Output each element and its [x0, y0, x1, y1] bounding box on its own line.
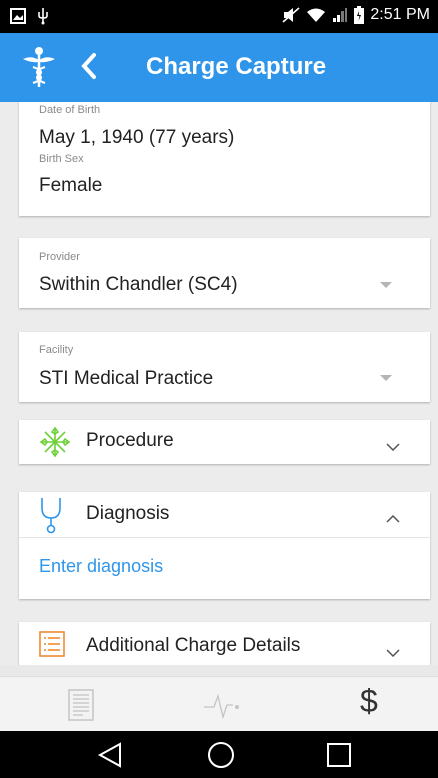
stethoscope-icon: [39, 496, 67, 539]
dob-value: May 1, 1940 (77 years): [39, 127, 235, 148]
facility-value: STI Medical Practice: [39, 368, 214, 389]
battery-icon: [354, 6, 365, 24]
status-time: 2:51 PM: [370, 6, 430, 23]
sex-label: Birth Sex: [39, 153, 84, 165]
additional-details-label: Additional Charge Details: [86, 635, 301, 656]
chevron-down-icon: [386, 438, 400, 456]
diagnosis-label: Diagnosis: [86, 503, 170, 524]
dollar-icon[interactable]: $: [360, 683, 378, 720]
dob-label: Date of Birth: [39, 104, 101, 116]
gallery-icon: [10, 8, 26, 24]
patient-info-card: Date of Birth May 1, 1940 (77 years) Bir…: [19, 102, 430, 216]
chevron-up-icon: [386, 510, 400, 528]
recents-square-icon[interactable]: [326, 742, 352, 773]
dropdown-caret-icon: [380, 375, 392, 381]
bottom-nav: $: [0, 676, 438, 731]
wifi-icon: [306, 7, 326, 23]
usb-icon: [36, 7, 50, 25]
dropdown-caret-icon: [380, 282, 392, 288]
facility-label: Facility: [39, 344, 74, 356]
vitals-icon[interactable]: [203, 693, 243, 724]
chevron-left-icon: [81, 52, 97, 85]
procedure-star-icon: [39, 426, 71, 463]
enter-diagnosis-link[interactable]: Enter diagnosis: [39, 556, 163, 577]
home-circle-icon[interactable]: [207, 741, 235, 774]
back-button[interactable]: [72, 49, 106, 87]
charge-form-scroll[interactable]: Date of Birth May 1, 1940 (77 years) Bir…: [0, 102, 438, 665]
additional-charge-details-section[interactable]: Additional Charge Details: [19, 622, 430, 665]
procedure-section[interactable]: Procedure: [19, 420, 430, 464]
caduceus-icon: [22, 45, 56, 94]
app-bar: Charge Capture: [0, 33, 438, 102]
sex-value: Female: [39, 175, 103, 196]
provider-value: Swithin Chandler (SC4): [39, 274, 238, 295]
diagnosis-header[interactable]: Diagnosis: [19, 492, 430, 538]
procedure-label: Procedure: [86, 430, 174, 451]
document-icon[interactable]: [68, 689, 94, 726]
facility-select[interactable]: Facility STI Medical Practice: [19, 332, 430, 402]
divider: [19, 537, 430, 538]
mute-icon: [282, 7, 300, 23]
chevron-down-icon: [386, 644, 400, 662]
provider-select[interactable]: Provider Swithin Chandler (SC4): [19, 238, 430, 308]
signal-icon: [332, 7, 348, 23]
list-icon: [39, 631, 65, 662]
provider-label: Provider: [39, 251, 80, 263]
page-title: Charge Capture: [146, 53, 327, 80]
back-triangle-icon[interactable]: [97, 742, 123, 773]
system-nav-bar: [0, 731, 438, 778]
status-bar: 2:51 PM: [0, 0, 438, 33]
diagnosis-section: Diagnosis Enter diagnosis: [19, 492, 430, 599]
